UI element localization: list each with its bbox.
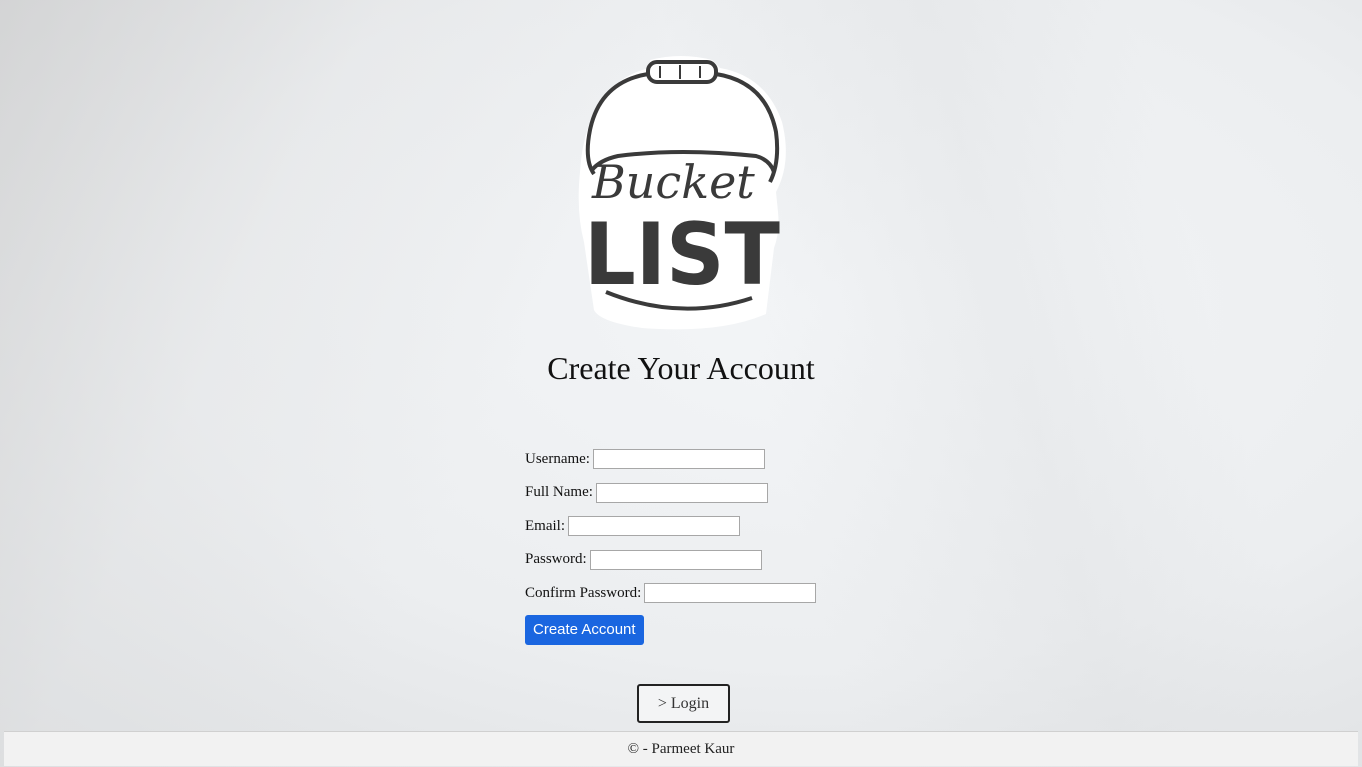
confirm-password-input[interactable] (644, 583, 817, 603)
email-input[interactable] (568, 516, 740, 536)
username-row: Username: (525, 446, 816, 472)
confirm-password-label: Confirm Password: (525, 584, 642, 601)
full-name-input[interactable] (595, 482, 768, 503)
login-button[interactable]: > Login (637, 684, 730, 723)
bucket-list-logo: Bucket LIST (578, 56, 786, 330)
confirm-password-row: Confirm Password: (525, 580, 817, 606)
email-label: Email: (525, 517, 565, 534)
logo-script-word: Bucket (591, 155, 755, 209)
password-row: Password: (525, 547, 816, 573)
username-label: Username: (525, 450, 590, 467)
full-name-label: Full Name: (525, 484, 593, 500)
password-label: Password: (525, 551, 587, 567)
password-input[interactable] (589, 549, 762, 570)
footer-copyright: © - Parmeet Kaur (627, 740, 735, 757)
page-title: Create Your Account (547, 350, 815, 386)
logo-block-word: LIST (584, 205, 780, 305)
full-name-row: Full Name: (525, 480, 816, 506)
create-account-button[interactable]: Create Account (525, 614, 644, 645)
footer: © - Parmeet Kaur (4, 731, 1358, 766)
create-account-form: Username: Full Name: Email: Password: Co… (525, 446, 817, 645)
username-input[interactable] (592, 449, 765, 469)
email-row: Email: (525, 513, 816, 539)
